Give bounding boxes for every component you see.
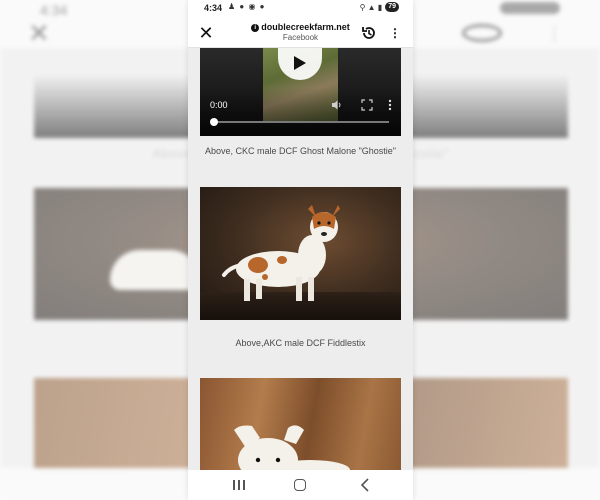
volume-icon[interactable] [331,99,343,111]
notification-icons: ♟ ● ◉ ● [228,2,266,11]
bg-status-time: 4:34 [40,2,68,18]
post-photo-1[interactable] [200,187,401,320]
bg-close-icon: ✕ [28,18,50,48]
history-icon[interactable] [360,24,378,42]
dog-illustration-2 [234,425,350,470]
info-icon: i [251,24,260,32]
url-domain: doublecreekfarm.net [261,22,350,32]
close-icon[interactable]: ✕ [196,23,216,43]
bg-dog-shape [110,250,200,290]
status-right: ⚲ ▲ ▮ 79 [360,2,399,12]
url-line: i doublecreekfarm.net [238,22,363,32]
video-menu-icon[interactable] [384,99,396,111]
post-caption-1: Above, CKC male DCF Ghost Malone "Ghosti… [205,146,396,156]
phone-screen: 4:34 ♟ ● ◉ ● ⚲ ▲ ▮ 79 ✕ i doublecreekfarm… [188,0,413,500]
video-progress-thumb[interactable] [210,118,218,126]
video-gradient [200,88,401,136]
bg-battery-shape [500,2,560,14]
video-time: 0:00 [210,100,228,110]
play-triangle [294,56,306,70]
screen: 4:34 ✕ ··· Above, CKC male DCF Ghost Mal… [0,0,600,500]
url-subtitle: Facebook [282,33,319,42]
system-nav-bar [188,470,413,500]
url-block[interactable]: i doublecreekfarm.net Facebook [238,22,363,42]
video-progress-bar[interactable] [210,118,389,126]
bg-history-icon [462,24,502,42]
post-photo-2[interactable] [200,378,401,470]
bg-more-icon: · · · [552,19,557,47]
signal-icons: ⚲ ▲ ▮ [359,2,383,12]
home-icon[interactable] [294,479,306,491]
more-vert-icon[interactable]: ⋮ [388,24,402,42]
back-icon[interactable] [358,477,372,493]
video-player[interactable]: 0:00 [200,48,401,136]
post-caption-2: Above,AKC male DCF Fiddlestix [235,338,366,348]
battery-icon: 79 [385,2,399,12]
browser-toolbar: ✕ i doublecreekfarm.net Facebook ⋮ [188,19,413,48]
dog-illustration-1 [222,205,340,301]
recents-icon[interactable] [232,479,246,491]
fullscreen-icon[interactable] [361,99,373,111]
status-bar: 4:34 ♟ ● ◉ ● ⚲ ▲ ▮ 79 [188,0,413,19]
status-time: 4:34 [204,3,223,13]
